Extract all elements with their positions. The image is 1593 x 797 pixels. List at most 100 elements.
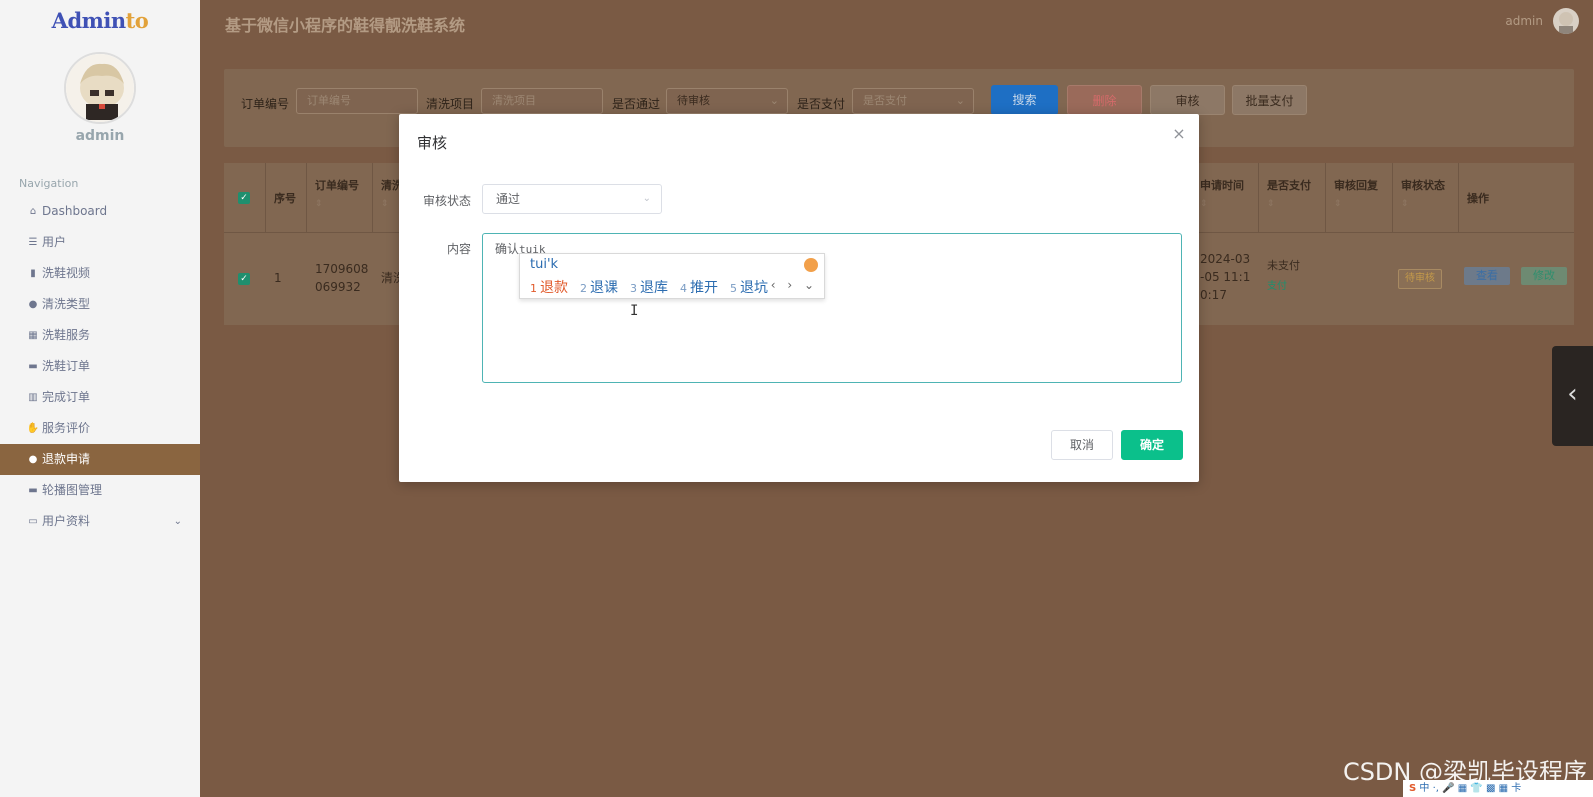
row-checkbox[interactable]: ✓ bbox=[238, 273, 250, 285]
sidebar-item-clean-types[interactable]: ● 清洗类型 bbox=[0, 289, 200, 320]
chevron-down-icon: ⌄ bbox=[642, 193, 651, 204]
pass-select-value: 待审核 bbox=[677, 94, 710, 107]
brand-logo[interactable]: Adminto bbox=[0, 8, 200, 33]
pass-select[interactable]: 待审核 ⌄ bbox=[666, 88, 788, 114]
paid-select-placeholder: 是否支付 bbox=[863, 94, 907, 107]
th-status[interactable]: 审核状态 ⇕ bbox=[1393, 163, 1459, 232]
clipboard-icon: ▮ bbox=[30, 268, 36, 279]
ime-candidate[interactable]: 3 退库 bbox=[630, 277, 668, 297]
sort-icon[interactable]: ⇕ bbox=[1200, 199, 1258, 209]
select-all-checkbox[interactable]: ✓ bbox=[238, 192, 250, 204]
cell-seq: 1 bbox=[274, 271, 282, 285]
close-icon[interactable]: × bbox=[1171, 126, 1187, 142]
ime-toolbar[interactable]: S 中 ·, 🎤 ▦ 👕 ▩ ▦ 卡 bbox=[1403, 780, 1593, 797]
ime-candidate-num: 1 bbox=[530, 282, 537, 295]
cancel-button[interactable]: 取消 bbox=[1051, 430, 1113, 460]
cell-time-line1: 2024-03 bbox=[1200, 252, 1251, 266]
sidebar-item-label: 轮播图管理 bbox=[42, 483, 103, 497]
cell-paid: 未支付 bbox=[1267, 259, 1300, 272]
ime-candidate-num: 4 bbox=[680, 282, 687, 295]
th-reply[interactable]: 审核回复 ⇕ bbox=[1326, 163, 1393, 232]
sort-icon[interactable]: ⇕ bbox=[1267, 199, 1325, 209]
page-title: 基于微信小程序的鞋得靓洗鞋系统 bbox=[225, 16, 466, 35]
paid-select[interactable]: 是否支付 ⌄ bbox=[852, 88, 974, 114]
user-icon: ● bbox=[28, 454, 38, 465]
ime-skin-icon[interactable] bbox=[804, 258, 818, 272]
thumb-up-icon: ✋ bbox=[26, 423, 40, 434]
batch-pay-button[interactable]: 批量支付 bbox=[1232, 85, 1307, 115]
select-all-cell: ✓ bbox=[224, 163, 266, 232]
ime-candidate[interactable]: 5 退坑 bbox=[730, 277, 768, 297]
ime-candidate[interactable]: 1 退款 bbox=[530, 277, 568, 297]
sort-icon[interactable]: ⇕ bbox=[315, 199, 372, 209]
sort-icon[interactable]: ⇕ bbox=[1401, 199, 1458, 209]
ime-toolbar-icons: 中 ·, 🎤 ▦ 👕 ▩ ▦ 卡 bbox=[1419, 783, 1522, 794]
item-input[interactable]: 清洗项目 bbox=[481, 88, 603, 114]
status-badge: 待审核 bbox=[1398, 269, 1442, 289]
sidebar-item-service-reviews[interactable]: ✋ 服务评价 bbox=[0, 413, 200, 444]
status-label: 审核状态 bbox=[422, 194, 471, 208]
sidebar-item-label: 洗鞋订单 bbox=[42, 359, 91, 373]
paid-label: 是否支付 bbox=[797, 97, 846, 111]
review-dialog: 审核 × 审核状态 通过 ⌄ 内容 确认tuik tui'k 1 退款 2 退课 3… bbox=[399, 114, 1199, 482]
sidebar-nav: ⌂ Dashboard ☰ 用户 ▮ 洗鞋视频 ● 清洗类型 ▦ 洗鞋服务 ▬ 洗鞋订单 ▥… bbox=[0, 196, 200, 537]
cell-time-line3: 0:17 bbox=[1200, 288, 1227, 302]
th-reply-text: 审核回复 bbox=[1334, 179, 1378, 192]
monitor-icon: ▬ bbox=[28, 485, 38, 496]
ime-candidate-window: tui'k 1 退款 2 退课 3 退库 4 推开 5 退坑 ‹ › ⌄ bbox=[519, 253, 825, 299]
th-order-no[interactable]: 订单编号 ⇕ bbox=[307, 163, 373, 232]
sort-icon[interactable]: ⇕ bbox=[1334, 199, 1392, 209]
search-button[interactable]: 搜索 bbox=[991, 85, 1058, 115]
avatar[interactable] bbox=[64, 52, 136, 124]
sidebar-item-shoe-services[interactable]: ▦ 洗鞋服务 bbox=[0, 320, 200, 351]
sidebar-item-shoe-videos[interactable]: ▮ 洗鞋视频 bbox=[0, 258, 200, 289]
review-button[interactable]: 审核 bbox=[1150, 85, 1225, 115]
th-order-no-text: 订单编号 bbox=[315, 179, 359, 192]
sidebar-item-label: 退款申请 bbox=[42, 452, 91, 466]
nav-title: Navigation bbox=[19, 177, 79, 190]
th-apply-time[interactable]: 申请时间 ⇕ bbox=[1192, 163, 1259, 232]
sidebar-item-shoe-orders[interactable]: ▬ 洗鞋订单 bbox=[0, 351, 200, 382]
th-paid-text: 是否支付 bbox=[1267, 179, 1311, 192]
sidebar-item-label: 完成订单 bbox=[42, 390, 91, 404]
sidebar-item-dashboard[interactable]: ⌂ Dashboard bbox=[0, 196, 200, 227]
panel-toggle-chevron-left-icon[interactable]: ‹ bbox=[1552, 346, 1593, 446]
edit-button[interactable]: 修改 bbox=[1521, 267, 1567, 285]
pin-icon: ● bbox=[28, 299, 38, 310]
ime-pinyin: tui'k bbox=[530, 257, 559, 272]
home-icon: ⌂ bbox=[29, 206, 37, 217]
ime-candidate[interactable]: 2 退课 bbox=[580, 277, 618, 297]
status-select[interactable]: 通过 ⌄ bbox=[482, 184, 662, 214]
sidebar-username: admin bbox=[75, 128, 125, 144]
sidebar-item-label: 洗鞋视频 bbox=[42, 266, 91, 280]
ime-candidate-text: 退款 bbox=[540, 280, 568, 296]
ime-candidate-text: 退课 bbox=[590, 280, 618, 296]
sidebar-item-completed-orders[interactable]: ▥ 完成订单 bbox=[0, 382, 200, 413]
pay-link[interactable]: 支付 bbox=[1267, 278, 1287, 296]
order-no-input[interactable]: 订单编号 bbox=[296, 88, 418, 114]
confirm-button[interactable]: 确定 bbox=[1121, 430, 1183, 460]
th-apply-time-text: 申请时间 bbox=[1200, 179, 1244, 192]
status-select-value: 通过 bbox=[496, 192, 521, 206]
sidebar-item-label: 用户资料 bbox=[42, 514, 91, 528]
th-seq-text: 序号 bbox=[274, 192, 296, 205]
sidebar-item-carousel[interactable]: ▬ 轮播图管理 bbox=[0, 475, 200, 506]
view-button[interactable]: 查看 bbox=[1464, 267, 1510, 285]
list-icon: ☰ bbox=[28, 237, 38, 248]
th-status-text: 审核状态 bbox=[1401, 179, 1445, 192]
topbar-avatar[interactable] bbox=[1553, 8, 1579, 34]
ime-candidate[interactable]: 4 推开 bbox=[680, 277, 718, 297]
sidebar-item-users[interactable]: ☰ 用户 bbox=[0, 227, 200, 258]
ime-candidates: 1 退款 2 退课 3 退库 4 推开 5 退坑 bbox=[530, 277, 780, 297]
topbar-username[interactable]: admin bbox=[1505, 14, 1543, 28]
th-paid[interactable]: 是否支付 ⇕ bbox=[1259, 163, 1326, 232]
sogou-logo-icon: S bbox=[1409, 783, 1417, 794]
ime-candidate-text: 推开 bbox=[690, 280, 718, 296]
sidebar: Adminto admin Navigation ⌂ Dashboard ☰ 用户 … bbox=[0, 0, 200, 797]
delete-button[interactable]: 删除 bbox=[1067, 85, 1142, 115]
sidebar-item-user-profile[interactable]: ▭ 用户资料 ⌄ bbox=[0, 506, 200, 537]
ime-page-nav-icon[interactable]: ‹ › ⌄ bbox=[771, 278, 818, 292]
sidebar-item-refund-requests[interactable]: ● 退款申请 bbox=[0, 444, 200, 475]
text-cursor-icon: I bbox=[630, 303, 639, 319]
dialog-title: 审核 bbox=[417, 134, 448, 152]
